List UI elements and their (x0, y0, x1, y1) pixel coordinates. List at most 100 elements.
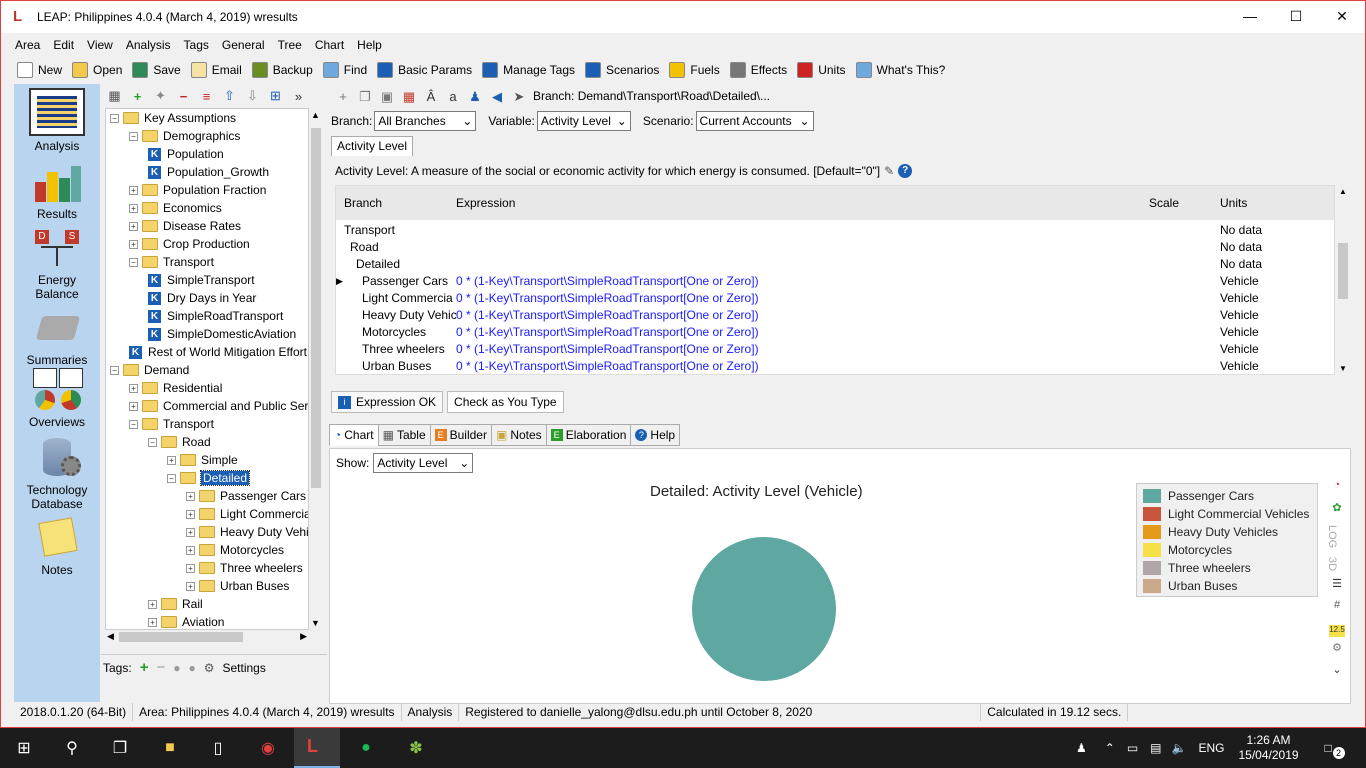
scroll-up-icon[interactable]: ▲ (1339, 187, 1347, 196)
menu-area[interactable]: Area (15, 38, 40, 52)
paste-icon[interactable]: ▣ (379, 89, 395, 104)
tree-node[interactable]: + Passenger Cars (186, 487, 306, 505)
tree-node[interactable]: K SimpleRoadTransport (148, 307, 283, 325)
collapse-icon[interactable]: − (129, 419, 138, 429)
back-arrow-icon[interactable]: ◀ (489, 89, 505, 104)
expand-icon[interactable]: + (148, 617, 157, 627)
collapse-icon[interactable]: − (167, 473, 176, 483)
close-button[interactable]: ✕ (1319, 1, 1365, 31)
notification-icon[interactable]: □ 2 (1325, 741, 1345, 759)
sidebar-item-results[interactable]: Results (14, 160, 100, 221)
delete-multiple-icon[interactable]: ≡ (197, 89, 216, 104)
tree-node[interactable]: + Heavy Duty Vehicles (186, 523, 308, 541)
pie-type-icon[interactable]: ◔ (1326, 479, 1348, 501)
expand-icon[interactable]: + (186, 527, 195, 537)
move-down-icon[interactable]: ⇩ (243, 88, 262, 104)
add-branch-icon[interactable]: + (128, 89, 147, 104)
search-icon[interactable]: ⚲ (60, 736, 84, 760)
add-multiple-icon[interactable]: ✦ (151, 88, 170, 104)
leap-taskbar-button[interactable]: L (294, 728, 340, 768)
table-row[interactable]: Road No data (336, 239, 1334, 256)
log-scale-toggle[interactable]: LOG (1326, 523, 1338, 551)
expand-icon[interactable]: + (186, 545, 195, 555)
chart-more-icon[interactable]: ⌄ (1326, 663, 1348, 685)
menu-help[interactable]: Help (357, 38, 382, 52)
copy-icon[interactable]: ❐ (357, 89, 373, 104)
menu-view[interactable]: View (87, 38, 113, 52)
import-icon[interactable]: ▦ (401, 89, 417, 104)
table-row[interactable]: Urban Buses 0 * (1-Key\Transport\SimpleRo… (336, 358, 1334, 374)
row-expression[interactable]: 0 * (1-Key\Transport\SimpleRoadTransport… (456, 342, 759, 356)
toolbar-open-button[interactable]: Open (72, 62, 122, 78)
font-decrease-icon[interactable]: a (445, 89, 461, 104)
toolbar-scenarios-button[interactable]: Scenarios (585, 62, 659, 78)
tree-node[interactable]: + Aviation (148, 613, 224, 629)
tag-clear-icon[interactable]: ● (188, 661, 195, 675)
scroll-down-icon[interactable]: ▼ (1339, 364, 1347, 373)
expand-icon[interactable]: + (129, 221, 138, 231)
volume-muted-icon[interactable]: 🔈 (1172, 741, 1187, 755)
tree-node[interactable]: − Transport (129, 415, 214, 433)
font-increase-icon[interactable]: Â (423, 89, 439, 104)
paint-icon[interactable]: ✽ (404, 736, 428, 760)
task-view-icon[interactable]: ❐ (108, 736, 132, 760)
tree-node[interactable]: − Transport (129, 253, 214, 271)
toolbar-new-button[interactable]: New (17, 62, 62, 78)
show-hidden-icons[interactable]: ⌃ (1105, 741, 1115, 755)
people-icon[interactable]: ♟ (1076, 741, 1087, 755)
maximize-button[interactable]: ☐ (1273, 1, 1319, 31)
users-icon[interactable]: ♟ (467, 89, 483, 104)
add-tag-icon[interactable]: + (140, 659, 149, 676)
tree-node[interactable]: − Demographics (129, 127, 240, 145)
grid-scrollbar[interactable]: ▲ ▼ (1335, 185, 1351, 375)
sidebar-item-notes[interactable]: Notes (14, 516, 100, 577)
minimize-button[interactable]: — (1227, 1, 1273, 31)
toolbar-manage-tags-button[interactable]: Manage Tags (482, 62, 575, 78)
tree-node[interactable]: + Population Fraction (129, 181, 266, 199)
table-row[interactable]: Motorcycles 0 * (1-Key\Transport\SimpleRo… (336, 324, 1334, 341)
menu-tags[interactable]: Tags (184, 38, 209, 52)
expand-icon[interactable]: + (167, 455, 176, 465)
pie-slice-passenger-cars[interactable] (692, 537, 836, 681)
toolbar-units-button[interactable]: Units (797, 62, 846, 78)
sidebar-item-overviews[interactable]: Overviews (14, 368, 100, 429)
expand-icon[interactable]: + (129, 185, 138, 195)
spotify-icon[interactable]: ● (354, 736, 378, 760)
chart-options-icon[interactable]: ⚙ (1326, 641, 1348, 663)
expand-icon[interactable]: + (129, 401, 138, 411)
scenario-select[interactable]: Current Accounts ⌄ (695, 111, 814, 131)
expand-icon[interactable]: + (186, 491, 195, 501)
expand-icon[interactable]: + (129, 203, 138, 213)
tree-node[interactable]: + Rail (148, 595, 203, 613)
remove-tag-icon[interactable]: − (156, 659, 165, 676)
add-icon[interactable]: + (335, 89, 351, 104)
tree-node[interactable]: K SimpleDomesticAviation (148, 325, 296, 343)
expand-icon[interactable]: + (186, 581, 195, 591)
column-header-expression[interactable]: Expression (456, 196, 515, 210)
row-expression[interactable]: 0 * (1-Key\Transport\SimpleRoadTransport… (456, 274, 759, 288)
tree-node[interactable]: − Demand (110, 361, 189, 379)
toolbar-find-button[interactable]: Find (322, 62, 367, 78)
settings-icon[interactable]: ⚙ (204, 661, 215, 675)
collapse-icon[interactable]: − (148, 437, 157, 447)
column-header-branch[interactable]: Branch (344, 196, 382, 210)
row-expression[interactable]: 0 * (1-Key\Transport\SimpleRoadTransport… (456, 359, 759, 373)
collapse-icon[interactable]: − (129, 131, 138, 141)
row-expression[interactable]: 0 * (1-Key\Transport\SimpleRoadTransport… (456, 291, 759, 305)
tree-properties-icon[interactable]: ▦ (105, 88, 124, 104)
tree-node[interactable]: + Light Commercial Vehicles (186, 505, 308, 523)
check-as-you-type-toggle[interactable]: Check as You Type (447, 391, 564, 413)
tree-scroll-thumb[interactable] (311, 128, 321, 488)
variable-select[interactable]: Activity Level ⌄ (536, 111, 631, 131)
color-palette-icon[interactable]: ✿ (1326, 501, 1348, 523)
toolbar-backup-button[interactable]: Backup (251, 62, 313, 78)
file-explorer-icon[interactable]: ■ (158, 736, 182, 760)
tree-node[interactable]: + Motorcycles (186, 541, 284, 559)
tree-node[interactable]: K Rest of World Mitigation Effort (129, 343, 307, 361)
tree-node[interactable]: + Crop Production (129, 235, 250, 253)
tree-node[interactable]: − Road (148, 433, 211, 451)
collapse-icon[interactable]: − (110, 365, 119, 375)
tab-notes[interactable]: ▣ Notes (490, 424, 547, 446)
tag-filter-icon[interactable]: ● (173, 661, 180, 675)
table-row[interactable]: Detailed No data (336, 256, 1334, 273)
